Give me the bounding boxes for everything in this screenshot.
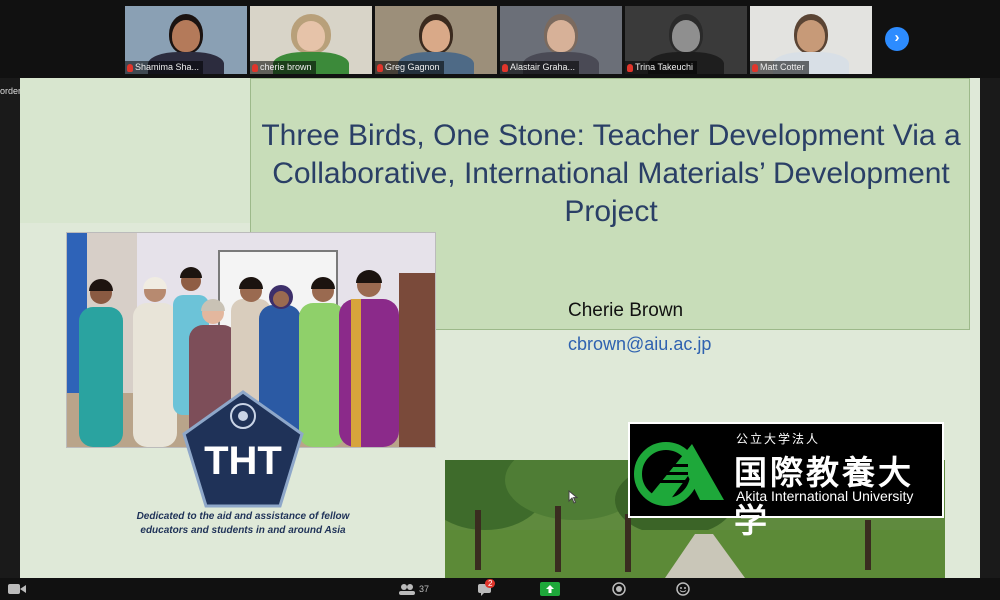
aiu-name-jp-small: 公立大学法人 (736, 432, 821, 446)
aiu-name-en: Akita International University (736, 488, 914, 504)
record-icon (612, 582, 626, 596)
aiu-logo: 公立大学法人 国際教養大学 Akita International Univer… (628, 422, 944, 540)
share-screen-icon (540, 582, 560, 596)
participants-icon (399, 584, 415, 595)
mic-muted-icon (502, 63, 508, 72)
mic-muted-icon (127, 63, 133, 72)
participant-tile[interactable]: cherie brown (250, 6, 372, 74)
slide-title: Three Birds, One Stone: Teacher Developm… (261, 119, 961, 228)
share-screen-button[interactable] (540, 581, 560, 597)
presenter-email-link[interactable]: cbrown@aiu.ac.jp (568, 334, 711, 355)
participant-tile[interactable]: Shamima Sha... (125, 6, 247, 74)
participant-name: Alastair Graha... (510, 62, 576, 72)
participant-name: Greg Gagnon (385, 62, 440, 72)
aiu-emblem (634, 442, 724, 506)
participant-name: cherie brown (260, 62, 312, 72)
participant-tile[interactable]: Alastair Graha... (500, 6, 622, 74)
recorder-label: order (0, 86, 22, 96)
mic-muted-icon (252, 63, 258, 72)
tht-logo: THT (182, 390, 304, 508)
tht-logo-text: THT (204, 439, 282, 483)
presenter-name: Cherie Brown (568, 300, 684, 321)
participant-tile[interactable]: Trina Takeuchi (625, 6, 747, 74)
participants-count: 37 (419, 584, 430, 594)
mouse-pointer-icon (568, 490, 578, 504)
mic-muted-icon (752, 63, 758, 72)
record-button[interactable] (612, 581, 626, 597)
participant-tile[interactable]: Greg Gagnon (375, 6, 497, 74)
mic-muted-icon (627, 63, 633, 72)
chat-badge: 2 (485, 578, 496, 588)
participant-name: Shamima Sha... (135, 62, 200, 72)
participants-button[interactable]: 37 (398, 581, 429, 597)
video-camera-icon (8, 584, 26, 594)
reactions-button[interactable] (676, 581, 690, 597)
mic-muted-icon (377, 63, 383, 72)
smiley-icon (676, 582, 690, 596)
meeting-toolbar: 37 2 (0, 578, 1000, 600)
slide-left-panel (20, 78, 250, 223)
participant-strip: Shamima Sha... cherie brown Greg Gagnon … (0, 0, 1000, 78)
tht-caption: Dedicated to the aid and assistance of f… (136, 511, 350, 536)
participant-name: Matt Cotter (760, 62, 805, 72)
chevron-right-icon: › (894, 29, 900, 46)
participant-name: Trina Takeuchi (635, 62, 694, 72)
shared-slide: Three Birds, One Stone: Teacher Developm… (20, 78, 980, 578)
participant-tile[interactable]: Matt Cotter (750, 6, 872, 74)
next-participants-button[interactable]: › (885, 27, 909, 51)
video-button[interactable] (8, 581, 26, 597)
chat-button[interactable]: 2 (478, 578, 507, 597)
